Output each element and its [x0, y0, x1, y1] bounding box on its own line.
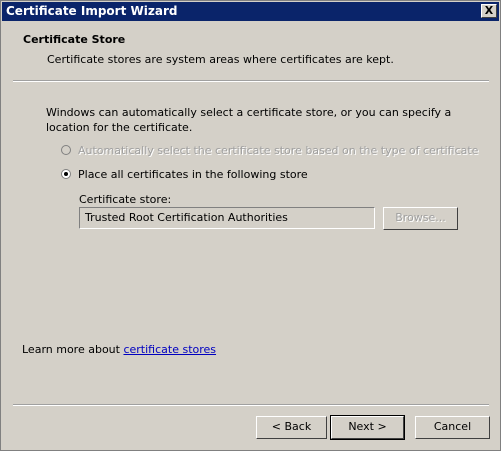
footer-divider [13, 404, 489, 406]
back-button[interactable]: < Back [256, 416, 327, 439]
certificate-import-wizard-window: Certificate Import Wizard X Certificate … [0, 0, 501, 451]
learn-more-prefix: Learn more about [22, 343, 124, 356]
radio-button-manual[interactable] [61, 169, 71, 179]
header-divider [13, 80, 489, 82]
title-bar[interactable]: Certificate Import Wizard X [2, 2, 499, 21]
certificate-store-field[interactable]: Trusted Root Certification Authorities [79, 207, 375, 229]
window-title: Certificate Import Wizard [6, 4, 178, 18]
learn-more-text: Learn more about certificate stores [22, 343, 216, 356]
page-title: Certificate Store [23, 33, 126, 46]
radio-manual-label: Place all certificates in the following … [78, 168, 308, 181]
radio-auto-label: Automatically select the certificate sto… [78, 144, 479, 157]
radio-button-auto[interactable] [61, 145, 71, 155]
close-button[interactable]: X [481, 4, 497, 18]
page-subtitle: Certificate stores are system areas wher… [47, 53, 394, 66]
cancel-button[interactable]: Cancel [415, 416, 490, 439]
certificate-store-label: Certificate store: [79, 193, 172, 206]
radio-selected-dot [64, 172, 68, 176]
intro-text: Windows can automatically select a certi… [46, 106, 452, 134]
wizard-header: Certificate Store Certificate stores are… [2, 22, 499, 80]
next-button[interactable]: Next > [330, 415, 405, 440]
close-icon: X [484, 4, 494, 17]
certificate-stores-link[interactable]: certificate stores [123, 343, 216, 356]
browse-button[interactable]: Browse... [383, 207, 458, 230]
